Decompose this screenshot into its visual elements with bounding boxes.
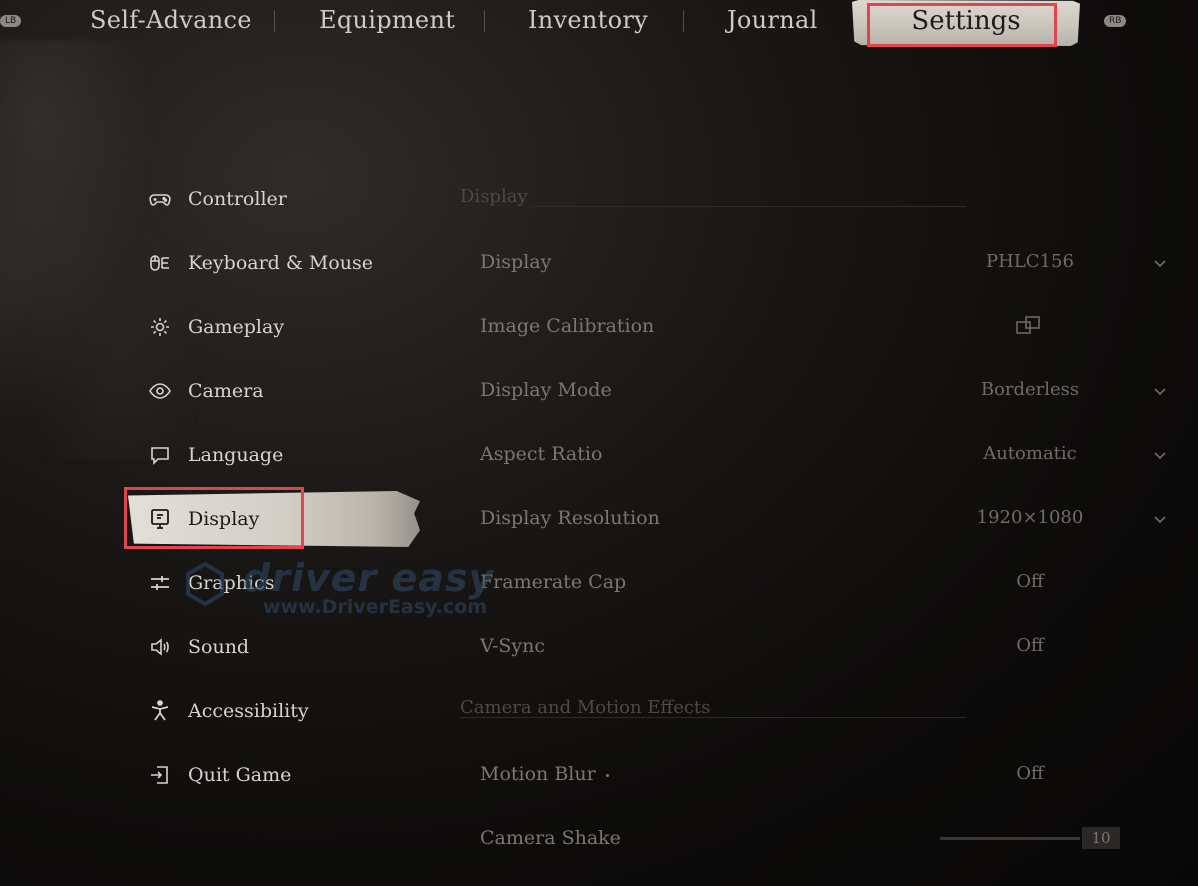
setting-row-v-sync[interactable]: V-Sync Off — [480, 627, 1170, 667]
tab-equipment[interactable]: Equipment — [319, 6, 455, 34]
tab-inventory[interactable]: Inventory — [528, 6, 648, 34]
menu-item-label: Controller — [188, 188, 287, 210]
setting-value: 1920×1080 — [976, 507, 1084, 528]
setting-row-motion-blur[interactable]: Motion Blur Off — [480, 755, 1170, 795]
eye-icon — [145, 379, 175, 403]
setting-name: Motion Blur — [480, 763, 609, 785]
setting-name: Aspect Ratio — [480, 443, 603, 465]
setting-name: V-Sync — [480, 635, 546, 657]
chat-bubble-icon — [145, 443, 175, 467]
camera-shake-slider[interactable] — [940, 837, 1080, 840]
keyboard-mouse-icon — [145, 251, 175, 275]
slider-value: 10 — [1082, 827, 1120, 849]
setting-row-display-mode[interactable]: Display Mode Borderless — [480, 371, 1170, 411]
menu-item-label: Gameplay — [188, 316, 285, 338]
setting-value: Borderless — [980, 379, 1080, 400]
sliders-icon — [145, 571, 175, 595]
menu-item-label: Keyboard & Mouse — [188, 252, 373, 274]
speaker-icon — [145, 635, 175, 659]
tab-divider — [274, 10, 275, 32]
menu-item-label: Accessibility — [188, 700, 309, 722]
setting-row-display[interactable]: Display PHLC156 — [480, 243, 1170, 283]
gamepad-icon — [145, 187, 175, 211]
section-title-display: Display — [460, 186, 528, 207]
setting-name: Framerate Cap — [480, 571, 627, 593]
external-window-icon[interactable] — [1015, 313, 1043, 339]
section-divider — [460, 717, 966, 718]
menu-item-language[interactable]: Language — [145, 435, 425, 475]
tab-divider — [484, 10, 485, 32]
chevron-down-icon[interactable] — [1150, 445, 1170, 465]
rb-hint-icon: RB — [1104, 15, 1127, 27]
exit-icon — [145, 763, 175, 787]
menu-item-accessibility[interactable]: Accessibility — [145, 691, 425, 731]
watermark: driver easy www.DriverEasy.com — [185, 556, 495, 626]
menu-item-keyboard-mouse[interactable]: Keyboard & Mouse — [145, 243, 425, 283]
setting-name: Display — [480, 251, 552, 273]
setting-row-image-calibration[interactable]: Image Calibration — [480, 307, 1170, 347]
menu-item-label: Language — [188, 444, 284, 466]
setting-value: Off — [1016, 571, 1044, 592]
tab-self-advance[interactable]: Self-Advance — [90, 6, 252, 34]
setting-row-framerate-cap[interactable]: Framerate Cap Off — [480, 563, 1170, 603]
section-divider — [530, 206, 966, 207]
watermark-url: www.DriverEasy.com — [263, 596, 488, 618]
setting-row-display-resolution[interactable]: Display Resolution 1920×1080 — [480, 499, 1170, 539]
settings-highlight-box — [867, 3, 1057, 47]
menu-item-label: Quit Game — [188, 764, 292, 786]
info-dot-icon — [605, 773, 609, 777]
chevron-down-icon[interactable] — [1150, 253, 1170, 273]
setting-name: Image Calibration — [480, 315, 655, 337]
person-icon — [145, 699, 175, 723]
menu-item-label: Camera — [188, 380, 264, 402]
menu-item-sound[interactable]: Sound — [145, 627, 425, 667]
tab-divider — [683, 10, 684, 32]
setting-name: Camera Shake — [480, 827, 621, 849]
watermark-logo-icon — [186, 562, 224, 606]
watermark-brand: driver easy — [243, 556, 495, 600]
setting-value: Automatic — [983, 443, 1077, 464]
section-title-camera-motion: Camera and Motion Effects — [460, 697, 711, 718]
menu-item-gameplay[interactable]: Gameplay — [145, 307, 425, 347]
menu-item-camera[interactable]: Camera — [145, 371, 425, 411]
tab-journal[interactable]: Journal — [727, 6, 818, 34]
lb-hint-icon: LB — [0, 15, 22, 27]
setting-value: Off — [1016, 763, 1044, 784]
setting-name-text: Motion Blur — [480, 763, 596, 785]
setting-row-camera-shake[interactable]: Camera Shake 10 — [480, 819, 1170, 859]
display-highlight-box — [124, 487, 304, 549]
menu-item-quit-game[interactable]: Quit Game — [145, 755, 425, 795]
gear-icon — [145, 315, 175, 339]
menu-item-label: Sound — [188, 636, 250, 658]
chevron-down-icon[interactable] — [1150, 509, 1170, 529]
setting-value: Off — [1016, 635, 1044, 656]
chevron-down-icon[interactable] — [1150, 381, 1170, 401]
setting-value: PHLC156 — [986, 251, 1074, 272]
menu-item-controller[interactable]: Controller — [145, 179, 425, 219]
setting-name: Display Mode — [480, 379, 612, 401]
setting-row-aspect-ratio[interactable]: Aspect Ratio Automatic — [480, 435, 1170, 475]
setting-name: Display Resolution — [480, 507, 660, 529]
